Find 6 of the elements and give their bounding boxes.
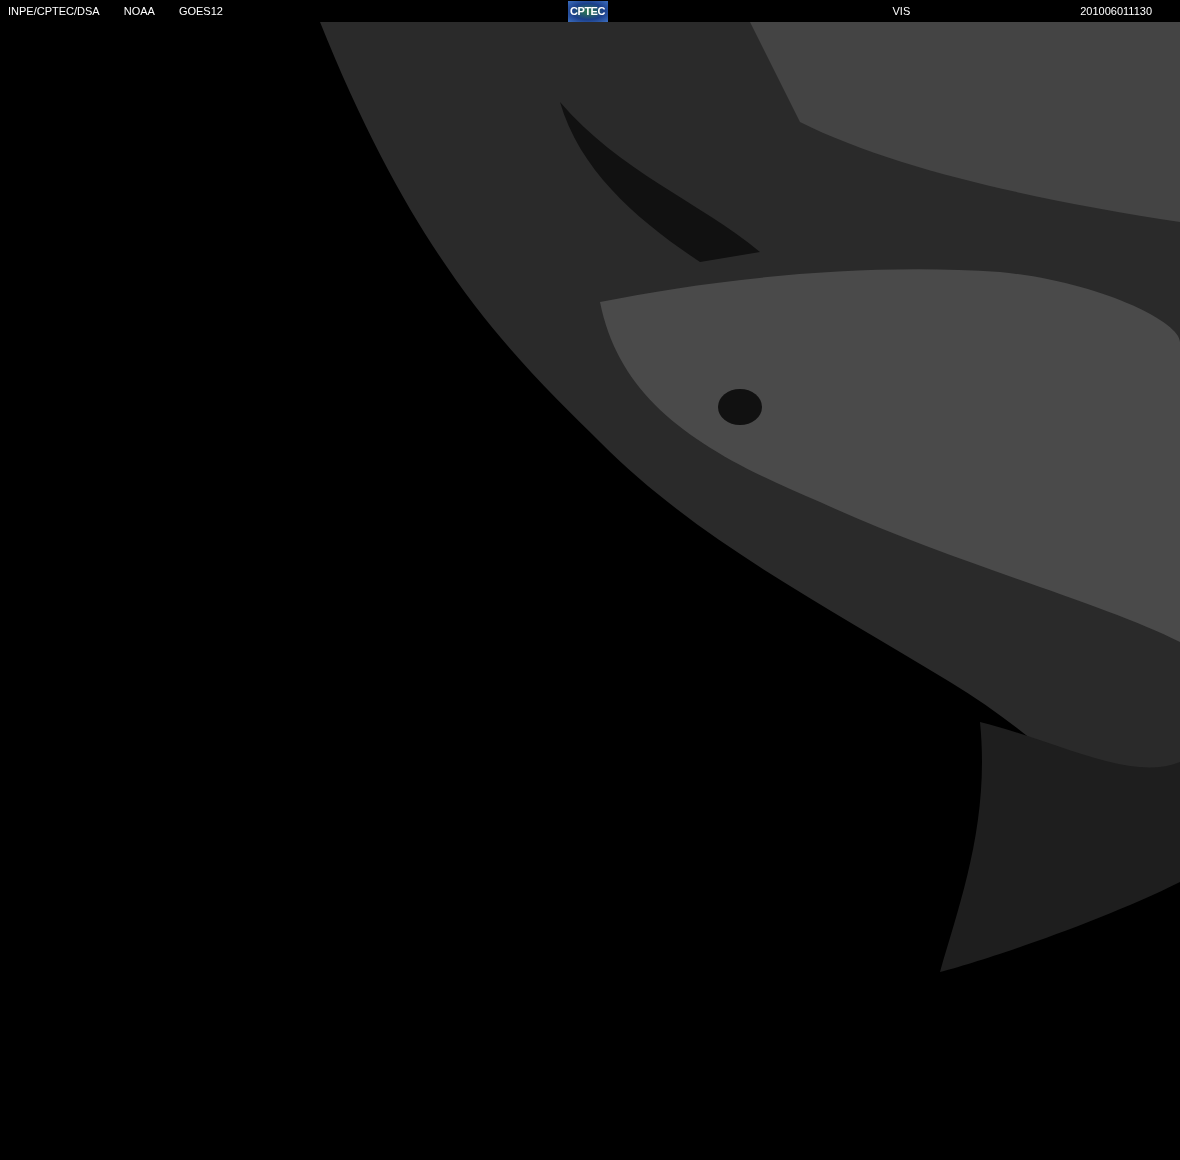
header-label: INPE/CPTEC/DSA: [8, 5, 100, 17]
header-label: NOAA: [123, 5, 155, 17]
channel-label: VIS: [892, 5, 911, 17]
logo: CPTEC: [567, 0, 608, 22]
header-label: GOES12: [178, 5, 223, 17]
timestamp: 201006011130: [1080, 5, 1152, 17]
